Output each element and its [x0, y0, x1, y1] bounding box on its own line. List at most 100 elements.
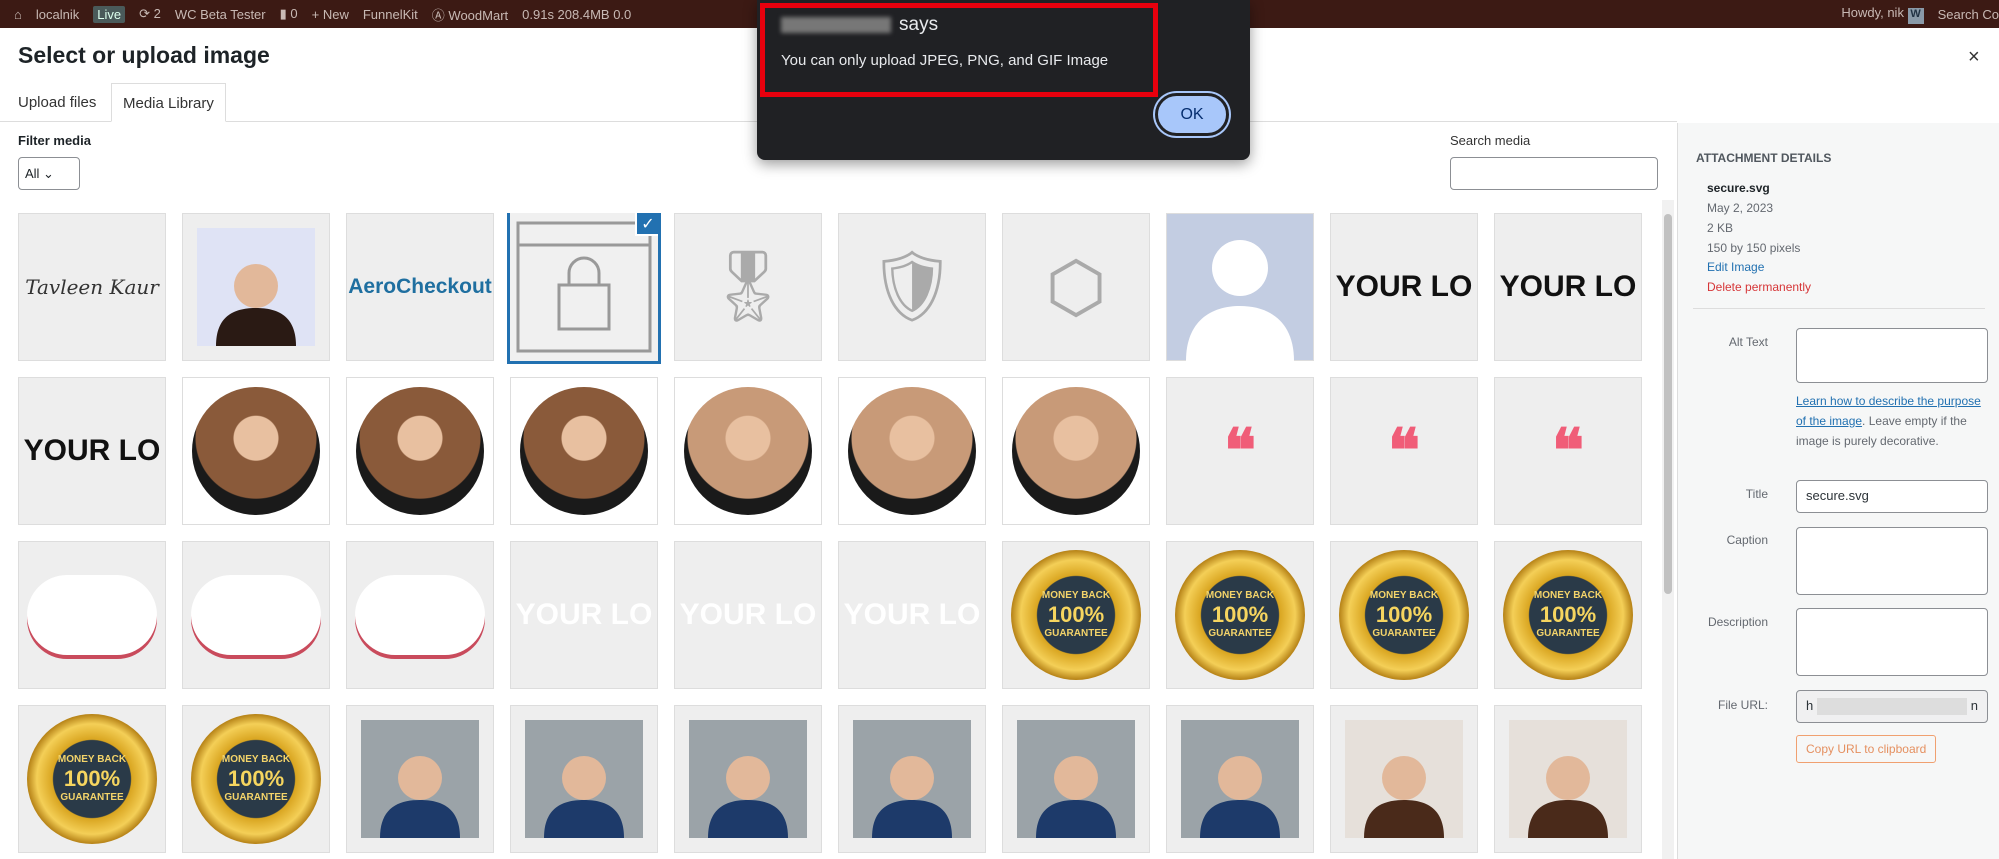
media-item[interactable]: YOUR LO: [1494, 213, 1642, 361]
media-item[interactable]: YOUR LO: [674, 541, 822, 689]
delete-permanently-link[interactable]: Delete permanently: [1707, 280, 1811, 294]
scrollbar-thumb[interactable]: [1664, 214, 1672, 594]
filter-media-select[interactable]: All ⌄: [18, 157, 80, 190]
badge-top: MONEY BACK: [221, 753, 291, 765]
media-item[interactable]: 🎖: [674, 213, 822, 361]
admin-search[interactable]: Search Co: [1938, 7, 1999, 22]
cloud-shape: [355, 575, 485, 655]
media-item[interactable]: MONEY BACK 100% GUARANTEE: [1494, 541, 1642, 689]
comments-link[interactable]: ▮ 0: [280, 6, 298, 22]
funnelkit-link[interactable]: FunnelKit: [363, 7, 418, 22]
money-back-badge: MONEY BACK 100% GUARANTEE: [1339, 550, 1469, 680]
portrait-photo: [525, 720, 643, 838]
media-item[interactable]: YOUR LO: [838, 541, 986, 689]
media-item[interactable]: YOUR LO: [1330, 213, 1478, 361]
cloud-shape: [191, 575, 321, 655]
media-grid: Tavleen Kaur AeroCheckout ✓ 🎖 🛡 ⬡ YOUR LO YOUR …: [18, 213, 1648, 859]
badge-percent: 100%: [1211, 601, 1269, 627]
logo-text: AeroCheckout: [348, 275, 492, 298]
media-item[interactable]: AeroCheckout: [346, 213, 494, 361]
title-input[interactable]: secure.svg: [1796, 480, 1988, 513]
media-item[interactable]: [182, 213, 330, 361]
howdy-link[interactable]: Howdy, nik W: [1841, 5, 1924, 24]
media-item[interactable]: [510, 705, 658, 853]
lock-icon: [516, 221, 652, 353]
graphic-icon: 🛡: [867, 247, 957, 325]
badge-percent: 100%: [227, 765, 285, 791]
media-item[interactable]: ❝: [1494, 377, 1642, 525]
media-item[interactable]: YOUR LO: [510, 541, 658, 689]
media-item[interactable]: [838, 377, 986, 525]
quote-icon: ❝: [1387, 416, 1421, 486]
file-url-label: File URL:: [1717, 698, 1768, 712]
media-item[interactable]: [346, 541, 494, 689]
logo-text: YOUR LO: [515, 598, 653, 631]
media-item[interactable]: [1002, 705, 1150, 853]
search-media-input[interactable]: [1450, 157, 1658, 190]
media-item[interactable]: [1166, 213, 1314, 361]
portrait-photo: [1012, 387, 1140, 515]
media-item[interactable]: ⬡: [1002, 213, 1150, 361]
quote-icon: ❝: [1223, 416, 1257, 486]
media-item[interactable]: 🛡: [838, 213, 986, 361]
media-item[interactable]: ❝: [1166, 377, 1314, 525]
site-name-link[interactable]: localnik: [36, 7, 79, 22]
media-item[interactable]: [346, 377, 494, 525]
ok-button[interactable]: OK: [1155, 93, 1229, 136]
alert-dialog: says You can only upload JPEG, PNG, and …: [757, 0, 1250, 160]
avatar: W: [1907, 7, 1924, 24]
media-item[interactable]: [838, 705, 986, 853]
close-icon[interactable]: ×: [1968, 46, 1980, 69]
media-item[interactable]: [1002, 377, 1150, 525]
media-item[interactable]: [674, 377, 822, 525]
live-badge[interactable]: Live: [93, 5, 126, 23]
portrait-photo: [197, 228, 315, 346]
updates-count: 2: [153, 6, 161, 21]
media-item[interactable]: [1330, 705, 1478, 853]
media-item[interactable]: MONEY BACK 100% GUARANTEE: [18, 705, 166, 853]
quote-icon: ❝: [1551, 416, 1585, 486]
perf-stats[interactable]: 0.91s 208.4MB 0.0: [522, 7, 631, 22]
logo-text: YOUR LO: [1499, 270, 1637, 303]
media-item[interactable]: MONEY BACK 100% GUARANTEE: [1330, 541, 1478, 689]
updates-link[interactable]: ⟳ 2: [139, 6, 161, 22]
media-item[interactable]: [1494, 705, 1642, 853]
check-icon[interactable]: ✓: [635, 213, 658, 236]
alt-text-input[interactable]: [1796, 328, 1988, 383]
media-item[interactable]: MONEY BACK 100% GUARANTEE: [182, 705, 330, 853]
media-item[interactable]: [1166, 705, 1314, 853]
copy-url-button[interactable]: Copy URL to clipboard: [1796, 735, 1937, 763]
media-item[interactable]: [510, 377, 658, 525]
media-item[interactable]: ❝: [1330, 377, 1478, 525]
tab-upload-files[interactable]: Upload files: [7, 83, 107, 122]
media-item[interactable]: [674, 705, 822, 853]
home-icon[interactable]: ⌂: [14, 7, 22, 22]
dialog-origin: says: [781, 14, 938, 36]
media-item[interactable]: Tavleen Kaur: [18, 213, 166, 361]
media-item[interactable]: [346, 705, 494, 853]
woodmart-link[interactable]: Ⓐ WoodMart: [432, 5, 508, 24]
money-back-badge: MONEY BACK 100% GUARANTEE: [1011, 550, 1141, 680]
media-item[interactable]: YOUR LO: [18, 377, 166, 525]
money-back-badge: MONEY BACK 100% GUARANTEE: [27, 714, 157, 844]
edit-image-link[interactable]: Edit Image: [1707, 260, 1764, 274]
attachment-details-heading: ATTACHMENT DETAILS: [1696, 151, 1832, 165]
description-input[interactable]: [1796, 608, 1988, 676]
caption-input[interactable]: [1796, 527, 1988, 595]
badge-bottom: GUARANTEE: [1208, 628, 1272, 640]
media-item[interactable]: MONEY BACK 100% GUARANTEE: [1166, 541, 1314, 689]
media-item[interactable]: [182, 377, 330, 525]
wc-beta-link[interactable]: WC Beta Tester: [175, 7, 266, 22]
media-item[interactable]: [18, 541, 166, 689]
media-item[interactable]: [182, 541, 330, 689]
logo-text: YOUR LO: [1335, 270, 1473, 303]
new-link[interactable]: + New: [312, 7, 349, 22]
file-url-input[interactable]: hn: [1796, 690, 1988, 723]
dimensions: 150 by 150 pixels: [1707, 241, 1801, 255]
title-label: Title: [1745, 487, 1768, 501]
media-item[interactable]: MONEY BACK 100% GUARANTEE: [1002, 541, 1150, 689]
tab-media-library[interactable]: Media Library: [111, 83, 226, 122]
media-item[interactable]: ✓: [510, 213, 658, 361]
portrait-photo: [520, 387, 648, 515]
logo-text: Tavleen Kaur: [25, 275, 159, 299]
